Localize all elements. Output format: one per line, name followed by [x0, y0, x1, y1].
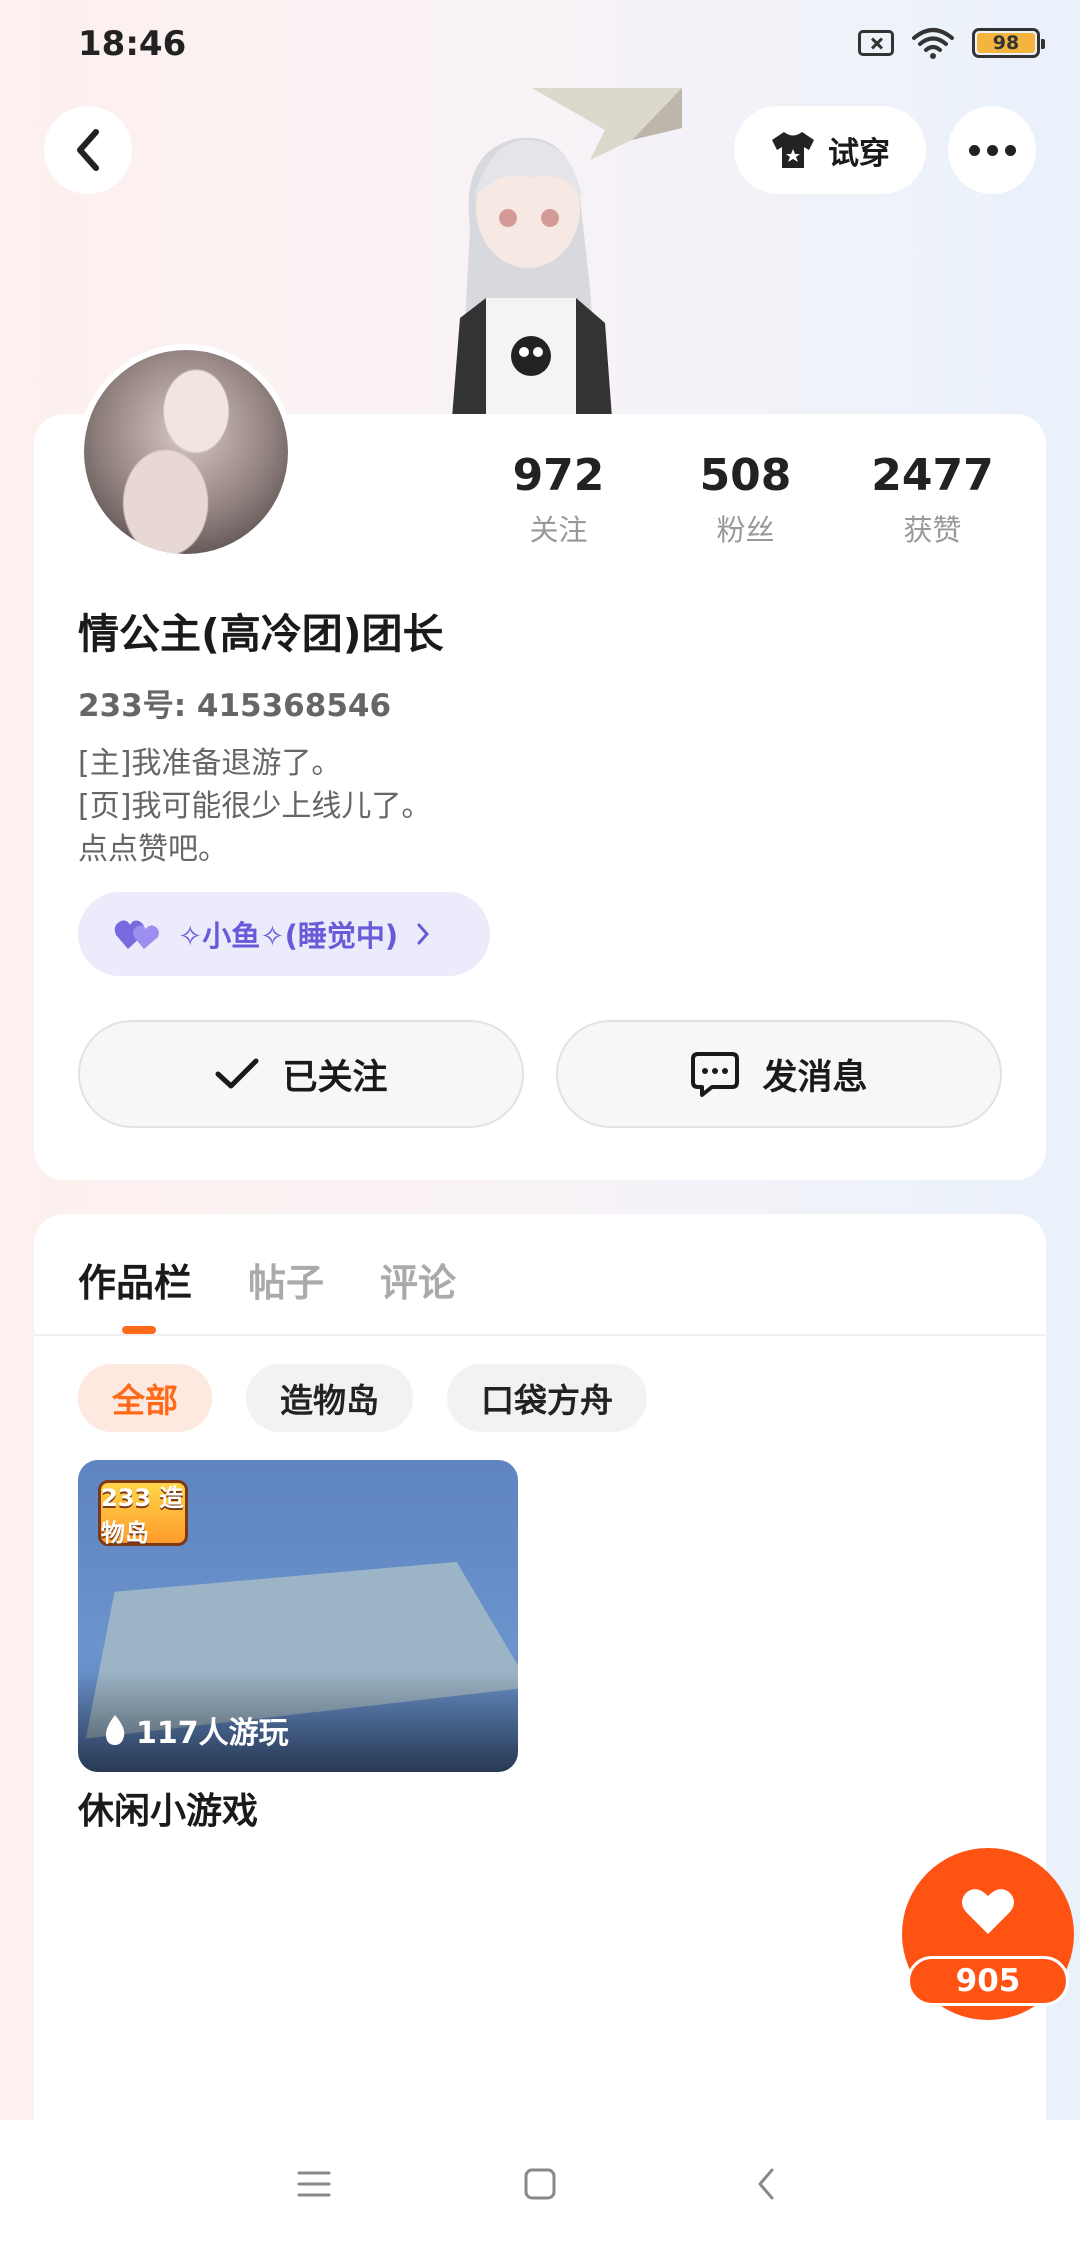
follow-button[interactable]: 已关注 — [78, 1020, 524, 1128]
chat-bubble-icon — [691, 1052, 740, 1097]
more-button[interactable] — [948, 106, 1036, 194]
stat-likes[interactable]: 2477 获赞 — [839, 450, 1026, 549]
nickname: 情公主(高冷团)团长 — [78, 610, 444, 658]
chevron-left-icon — [758, 2168, 774, 2200]
bio-line: [主]我准备退游了。 — [78, 746, 342, 781]
status-icons: 98 — [858, 26, 1045, 60]
bio-line: [页]我可能很少上线儿了。 — [78, 789, 432, 824]
game-card[interactable]: 233 造物岛 117人游玩 — [78, 1460, 518, 1772]
game-logo: 233 造物岛 — [98, 1480, 188, 1547]
game-title[interactable]: 休闲小游戏 — [78, 1782, 258, 1834]
battery-icon: 98 — [972, 28, 1045, 58]
cp-badge[interactable]: ✧小鱼✧(睡觉中) — [78, 892, 490, 976]
avatar-character — [452, 88, 682, 418]
filter-chips: 全部 造物岛 口袋方舟 — [78, 1364, 647, 1432]
square-icon — [524, 2168, 556, 2200]
chip-creation-island[interactable]: 造物岛 — [246, 1364, 413, 1432]
back-button[interactable] — [44, 106, 132, 194]
tab-posts[interactable]: 帖子 — [248, 1252, 324, 1307]
home-button[interactable] — [520, 2164, 560, 2204]
stat-following[interactable]: 972 关注 — [465, 450, 652, 549]
works-card: 作品栏 帖子 评论 全部 造物岛 口袋方舟 233 造物岛 117人游玩 休闲小… — [34, 1214, 1046, 2248]
heart-icon — [962, 1889, 1014, 1934]
menu-icon — [297, 2171, 331, 2197]
content-tabs: 作品栏 帖子 评论 — [78, 1252, 456, 1307]
divider — [34, 1334, 1046, 1336]
battery-level: 98 — [977, 32, 1035, 54]
check-icon — [215, 1058, 259, 1089]
stat-label: 获赞 — [903, 513, 962, 547]
nav-back-button[interactable] — [746, 2164, 786, 2204]
stat-value: 2477 — [871, 450, 994, 501]
stat-value: 972 — [512, 450, 605, 501]
like-count: 905 — [907, 1956, 1069, 2006]
try-on-label: 试穿 — [828, 135, 890, 172]
play-count-text: 117人游玩 — [136, 1716, 289, 1751]
status-time: 18:46 — [78, 24, 187, 64]
avatar-photo — [84, 350, 288, 554]
message-label: 发消息 — [762, 1057, 868, 1098]
bio: [主]我准备退游了。 [页]我可能很少上线儿了。 点点赞吧。 — [78, 742, 431, 871]
chip-pocket-ark[interactable]: 口袋方舟 — [447, 1364, 647, 1432]
bio-line: 点点赞吧。 — [78, 832, 228, 867]
status-bar: 18:46 98 — [0, 0, 1080, 90]
no-sim-icon — [858, 30, 894, 56]
flame-icon — [105, 1715, 125, 1745]
user-id: 233号: 415368546 — [78, 688, 392, 724]
try-on-button[interactable]: 试穿 — [734, 106, 926, 194]
profile-card: 972 关注 508 粉丝 2477 获赞 情公主(高冷团)团长 233号: 4… — [34, 344, 1046, 1180]
play-count: 117人游玩 — [102, 1708, 289, 1752]
message-button[interactable]: 发消息 — [556, 1020, 1002, 1128]
stat-followers[interactable]: 508 粉丝 — [652, 450, 839, 549]
follow-label: 已关注 — [282, 1057, 388, 1098]
cp-name: ✧小鱼✧(睡觉中) — [178, 919, 399, 953]
system-nav-bar — [0, 2120, 1080, 2248]
chip-all[interactable]: 全部 — [78, 1364, 212, 1432]
profile-stats: 972 关注 508 粉丝 2477 获赞 — [465, 450, 1026, 549]
chevron-left-icon — [77, 129, 99, 171]
chevron-right-icon — [417, 923, 430, 945]
stat-value: 508 — [699, 450, 792, 501]
tab-indicator — [122, 1326, 156, 1334]
stat-label: 粉丝 — [716, 513, 775, 547]
tab-works[interactable]: 作品栏 — [78, 1252, 192, 1307]
wifi-icon — [912, 28, 954, 59]
avatar[interactable] — [78, 344, 294, 560]
tshirt-icon — [772, 132, 814, 168]
menu-button[interactable] — [294, 2164, 334, 2204]
tab-comments[interactable]: 评论 — [380, 1252, 456, 1307]
more-icon — [968, 144, 1016, 156]
stat-label: 关注 — [529, 513, 588, 547]
double-heart-icon — [114, 920, 159, 949]
